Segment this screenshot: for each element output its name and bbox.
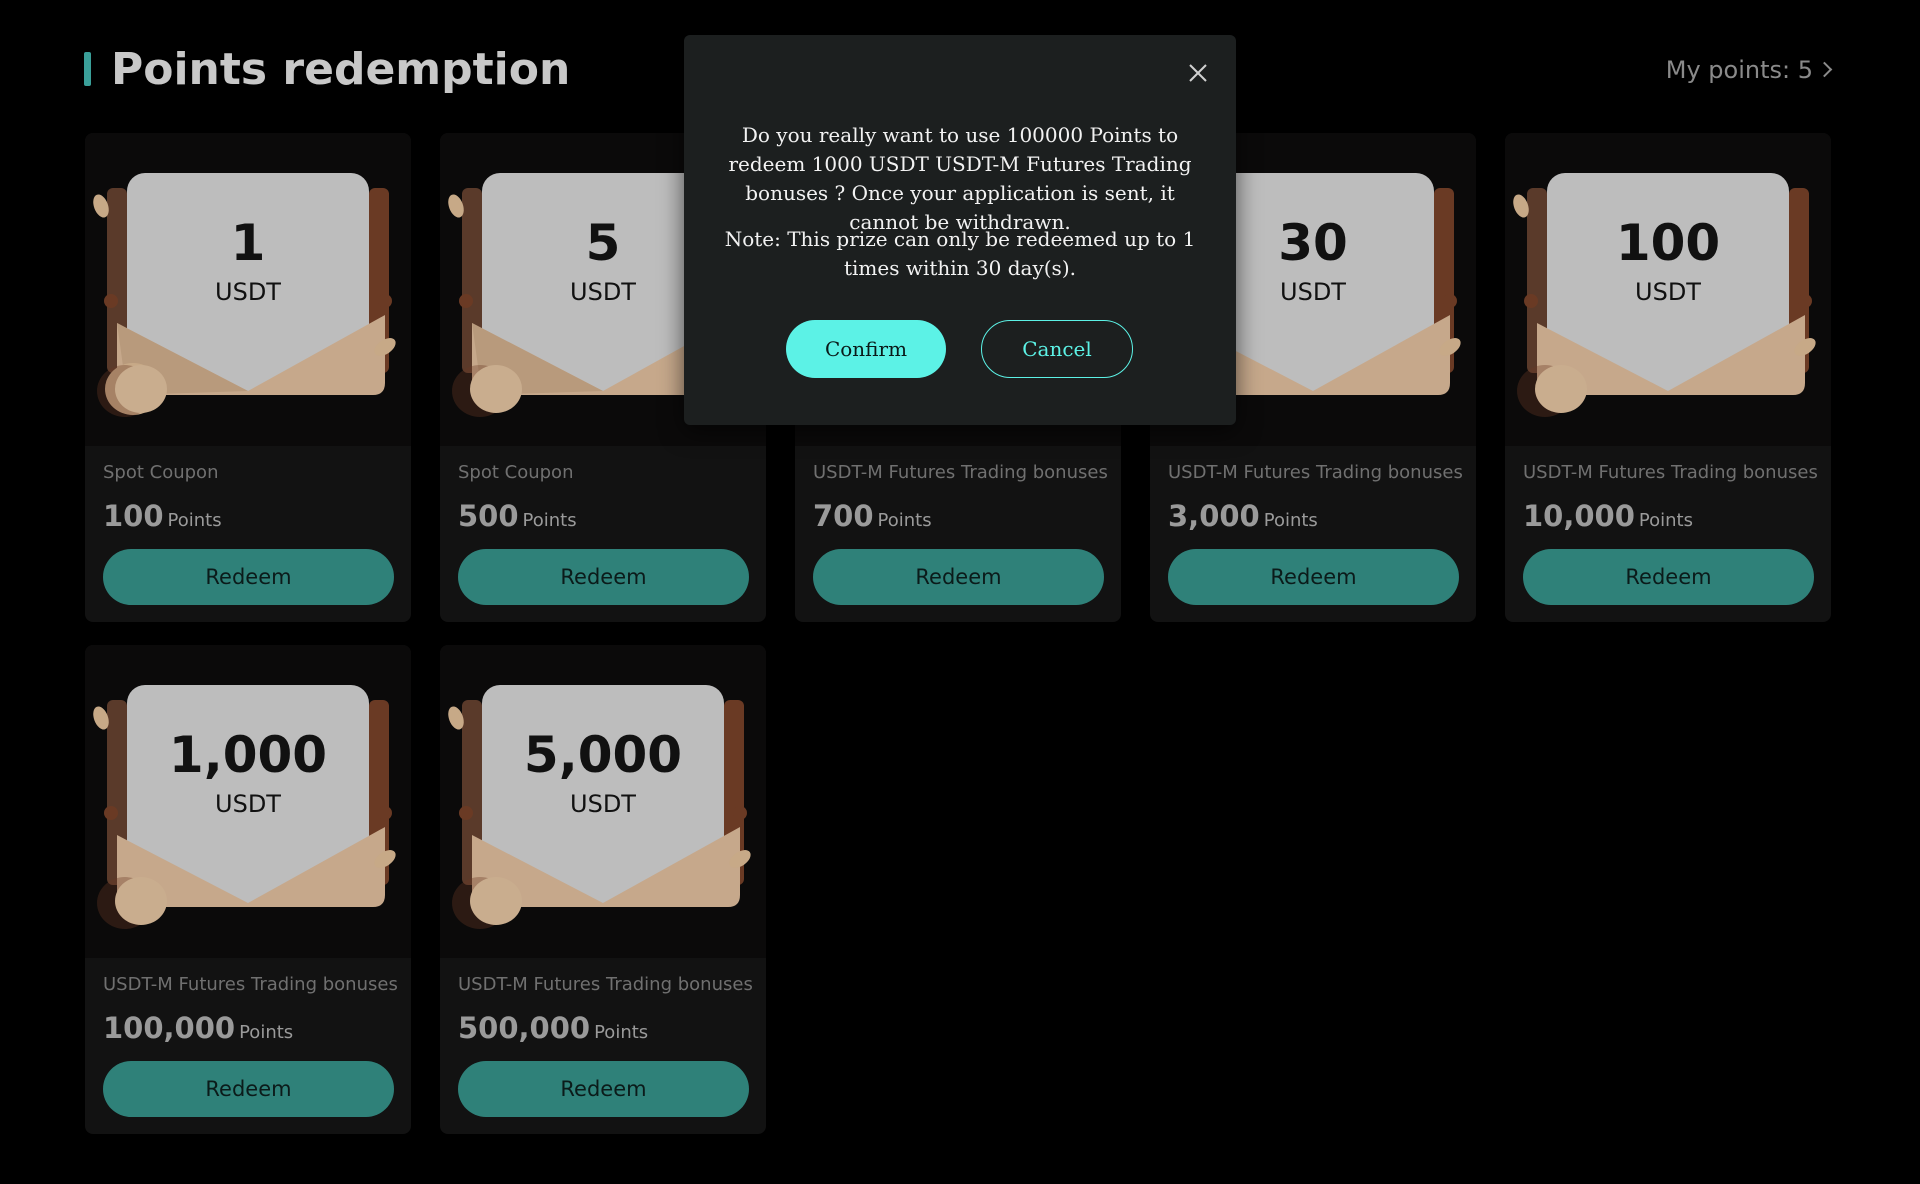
cost-value: 700	[813, 499, 874, 533]
reward-currency: USDT	[215, 790, 281, 818]
cost-unit: Points	[522, 510, 577, 531]
cost-unit: Points	[167, 510, 222, 531]
confirm-button[interactable]: Confirm	[786, 320, 946, 378]
page-title: Points redemption	[111, 44, 571, 95]
reward-currency: USDT	[570, 790, 636, 818]
reward-cost: 10,000 Points	[1523, 496, 1693, 541]
reward-amount: 1	[230, 214, 266, 272]
reward-type: USDT-M Futures Trading bonuses	[813, 462, 1108, 483]
reward-cost: 500 Points	[458, 496, 577, 541]
reward-cost: 100 Points	[103, 496, 222, 541]
close-icon[interactable]	[1186, 61, 1210, 85]
cost-value: 3,000	[1168, 499, 1260, 533]
cost-value: 500	[458, 499, 519, 533]
dialog-message: Do you really want to use 100000 Points …	[728, 123, 1192, 234]
reward-image: 1,000 USDT	[85, 645, 411, 958]
redeem-button[interactable]: Redeem	[103, 549, 394, 605]
reward-cost: 500,000 Points	[458, 1008, 648, 1053]
redeem-button[interactable]: Redeem	[1523, 549, 1814, 605]
reward-amount: 100	[1615, 214, 1721, 272]
redeem-button[interactable]: Redeem	[103, 1061, 394, 1117]
cost-value: 100	[103, 499, 164, 533]
cancel-button[interactable]: Cancel	[981, 320, 1133, 378]
reward-type: USDT-M Futures Trading bonuses	[458, 974, 753, 995]
cost-unit: Points	[1263, 510, 1318, 531]
reward-card: 5,000 USDT USDT-M Futures Trading bonuse…	[440, 645, 766, 1134]
reward-type: USDT-M Futures Trading bonuses	[1168, 462, 1463, 483]
redeem-button[interactable]: Redeem	[458, 549, 749, 605]
dialog-note: Note: This prize can only be redeemed up…	[724, 227, 1196, 280]
redeem-button[interactable]: Redeem	[813, 549, 1104, 605]
reward-type: Spot Coupon	[103, 462, 219, 483]
cost-value: 10,000	[1523, 499, 1635, 533]
reward-cost: 100,000 Points	[103, 1008, 293, 1053]
reward-cost: 700 Points	[813, 496, 932, 541]
title-accent-bar	[84, 52, 91, 86]
my-points-link[interactable]: My points: 5	[1665, 52, 1833, 88]
reward-amount: 5,000	[523, 726, 683, 784]
reward-type: USDT-M Futures Trading bonuses	[103, 974, 398, 995]
reward-currency: USDT	[1635, 278, 1701, 306]
reward-type: USDT-M Futures Trading bonuses	[1523, 462, 1818, 483]
cost-value: 100,000	[103, 1011, 236, 1045]
reward-image: 100 USDT	[1505, 133, 1831, 446]
cost-unit: Points	[239, 1022, 294, 1043]
reward-image: 5,000 USDT	[440, 645, 766, 958]
reward-cost: 3,000 Points	[1168, 496, 1318, 541]
redeem-confirm-dialog: Do you really want to use 100000 Points …	[684, 35, 1236, 425]
reward-card: 1 USDT Spot Coupon 100 Points Redeem	[85, 133, 411, 622]
cost-unit: Points	[594, 1022, 649, 1043]
redeem-button[interactable]: Redeem	[458, 1061, 749, 1117]
reward-card: 100 USDT USDT-M Futures Trading bonuses …	[1505, 133, 1831, 622]
reward-type: Spot Coupon	[458, 462, 574, 483]
reward-image: 1 USDT	[85, 133, 411, 446]
redeem-button[interactable]: Redeem	[1168, 549, 1459, 605]
reward-currency: USDT	[215, 278, 281, 306]
reward-card: 1,000 USDT USDT-M Futures Trading bonuse…	[85, 645, 411, 1134]
page: Points redemption My points: 5 1 USDT Sp…	[0, 0, 1920, 1184]
chevron-right-icon	[1816, 61, 1833, 78]
my-points-label: My points: 5	[1665, 56, 1813, 84]
cost-unit: Points	[877, 510, 932, 531]
cost-unit: Points	[1638, 510, 1693, 531]
cost-value: 500,000	[458, 1011, 591, 1045]
reward-amount: 1,000	[168, 726, 328, 784]
